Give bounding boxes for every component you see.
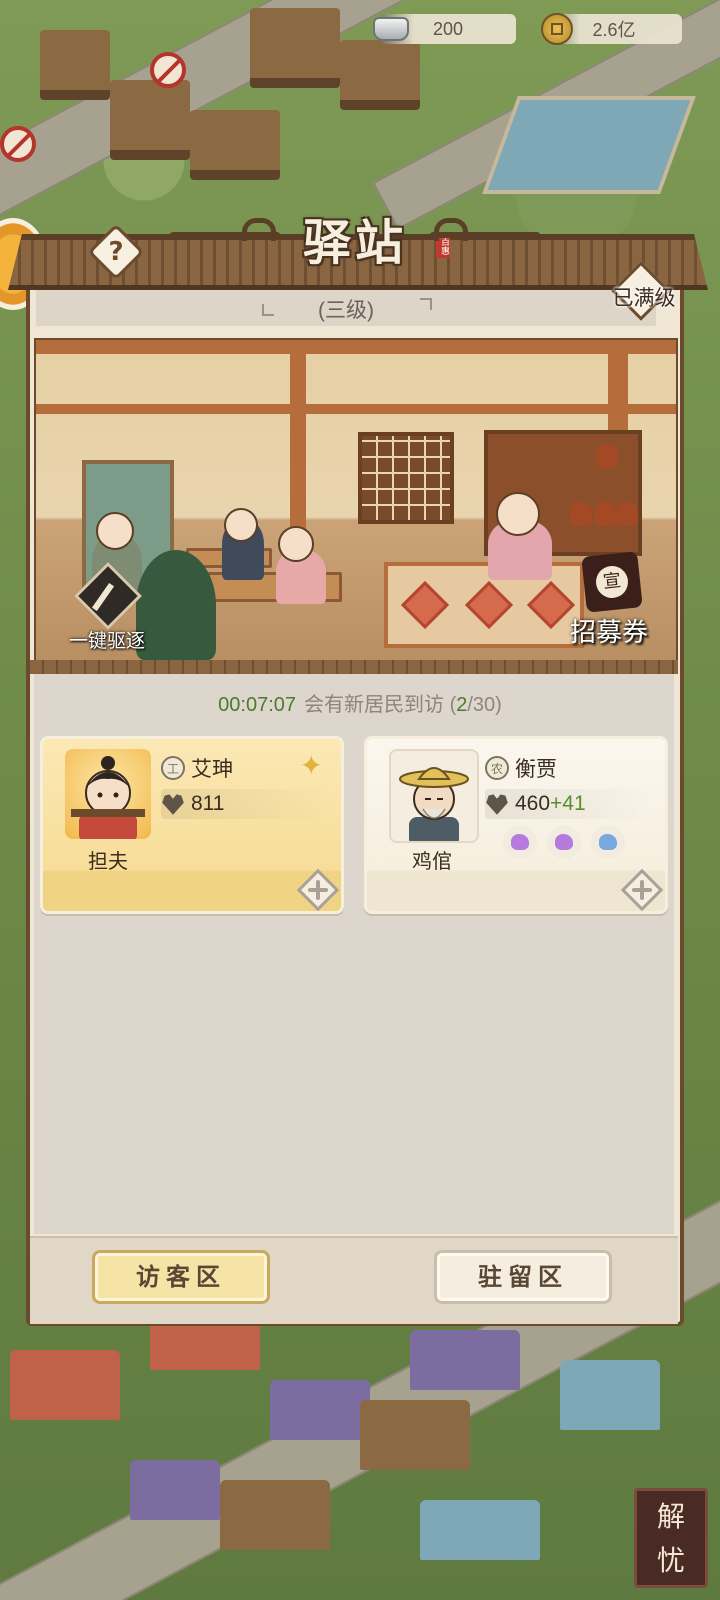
porter-avatar: [65, 749, 151, 839]
visitor-job: 担夫: [88, 849, 128, 873]
farmer-class-icon: 农: [485, 756, 509, 780]
visitor-card[interactable]: 担夫 ✦ 工 艾珅 811: [40, 736, 344, 914]
market-stall: [10, 1350, 120, 1420]
visitor-value: 811: [191, 792, 225, 815]
worker-class-icon: 工: [161, 756, 185, 780]
cloud-swirl-right-icon: [430, 218, 540, 241]
market-stall: [270, 1380, 370, 1440]
wood-trim: [30, 660, 678, 674]
jieyou-button[interactable]: 解忧: [634, 1488, 708, 1588]
expel-all-label: 一键驱逐: [68, 630, 145, 652]
recruit-ticket-label: 招募券: [569, 618, 648, 648]
cloud-swirl-left-icon: [170, 218, 280, 241]
fish-tank: [560, 1360, 660, 1430]
prohibited-icon[interactable]: [150, 52, 186, 88]
pond: [482, 96, 696, 194]
chicken-blue-icon: [591, 825, 625, 859]
fish-tank: [420, 1500, 540, 1560]
visitor-name: 艾珅: [191, 757, 233, 781]
question-icon: ?: [108, 237, 124, 267]
jieyou-label: 解忧: [656, 1500, 685, 1577]
chicken-purple-icon: [547, 825, 581, 859]
market-stall: [220, 1480, 330, 1550]
chicken-keeper-avatar: [389, 749, 479, 843]
copper-counter[interactable]: 2.6亿: [541, 13, 682, 45]
expel-all-button[interactable]: 一键驱逐: [52, 562, 162, 656]
silver-ingot-icon: [372, 10, 410, 48]
max-level-badge: 已满级: [611, 261, 676, 324]
panel-title: 驿站: [302, 215, 407, 271]
visitor-card[interactable]: 鸡倌 农 衡贾 460 +41: [364, 736, 668, 914]
heart-icon: [162, 794, 184, 815]
inn-scene: 一键驱逐 宣 招募券: [34, 338, 678, 664]
dismiss-visitor-button[interactable]: [296, 868, 340, 912]
max-level-label: 已满级: [612, 286, 676, 310]
market-stall: [150, 1320, 260, 1370]
prohibited-icon[interactable]: [0, 126, 36, 162]
farm-hut: [110, 80, 190, 160]
market-stall: [360, 1400, 470, 1470]
visitor-job: 鸡倌: [412, 849, 452, 873]
broom-icon: [74, 562, 142, 630]
visitor-timer-line: 00:07:07 会有新居民到访 (2/30): [0, 688, 720, 717]
recruit-ticket-button[interactable]: 宣 招募券: [554, 550, 664, 660]
farm-hut: [250, 8, 340, 88]
farm-hut: [340, 40, 420, 110]
copper-coin-icon: [538, 10, 576, 48]
visitor-name: 衡贾: [515, 757, 557, 781]
recruit-seal-char: 宣: [594, 564, 630, 600]
market-stall: [130, 1460, 220, 1520]
level-bar: (三级): [36, 290, 656, 326]
dismiss-visitor-button[interactable]: [620, 868, 664, 912]
heart-icon: [486, 794, 508, 815]
visitor-value: 460: [515, 792, 551, 815]
visitor-count-total: /30): [467, 694, 502, 716]
tab-stay-area[interactable]: 驻留区: [434, 1250, 612, 1304]
level-label: (三级): [318, 299, 374, 322]
visitor-value-bonus: +41: [550, 792, 586, 815]
market-stall: [410, 1330, 520, 1390]
tab-visitor-area[interactable]: 访客区: [92, 1250, 270, 1304]
timer-message: 会有新居民到访 (: [304, 694, 457, 716]
farm-hut: [40, 30, 110, 100]
visitor-count-current: 2: [456, 694, 468, 716]
countdown-timer: 00:07:07: [218, 694, 297, 716]
chicken-purple-icon: [503, 825, 537, 859]
farm-hut: [190, 110, 280, 180]
lattice-window: [358, 432, 454, 524]
title-plate: 驿站 百惠: [170, 198, 540, 278]
recruit-scroll-icon: 宣: [581, 551, 643, 613]
silver-counter[interactable]: 200: [373, 14, 516, 44]
